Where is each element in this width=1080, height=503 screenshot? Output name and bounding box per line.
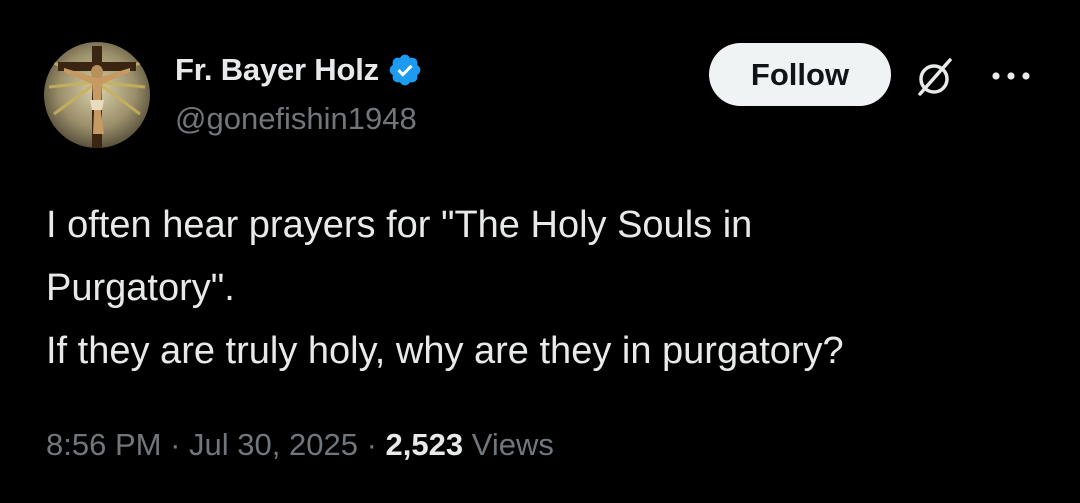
tweet-text-line: I often hear prayers for "The Holy Souls… bbox=[46, 204, 753, 246]
grok-icon[interactable] bbox=[912, 54, 958, 100]
author-display-name[interactable]: Fr. Bayer Holz bbox=[175, 52, 379, 88]
tweet-card: Fr. Bayer Holz @gonefishin1948 Follow I … bbox=[0, 0, 1080, 503]
crucifix-avatar-icon bbox=[44, 42, 150, 148]
tweet-time[interactable]: 8:56 PM bbox=[46, 427, 161, 462]
tweet-date[interactable]: Jul 30, 2025 bbox=[189, 427, 358, 462]
views-count[interactable]: 2,523 bbox=[386, 427, 464, 462]
tweet-text-line: If they are truly holy, why are they in … bbox=[46, 330, 844, 372]
author-avatar[interactable] bbox=[44, 42, 150, 148]
verified-badge-icon bbox=[389, 54, 421, 86]
meta-separator: · bbox=[366, 427, 377, 462]
follow-button[interactable]: Follow bbox=[709, 43, 891, 106]
more-icon[interactable] bbox=[988, 66, 1034, 86]
meta-separator: · bbox=[170, 427, 181, 462]
author-handle[interactable]: @gonefishin1948 bbox=[175, 101, 417, 137]
author-name-row: Fr. Bayer Holz bbox=[175, 50, 423, 90]
tweet-text-line: Purgatory". bbox=[46, 267, 235, 309]
tweet-meta: 8:56 PM · Jul 30, 2025 · 2,523 Views bbox=[46, 427, 554, 463]
tweet-text: I often hear prayers for "The Holy Souls… bbox=[46, 194, 1036, 383]
views-label: Views bbox=[471, 427, 554, 462]
